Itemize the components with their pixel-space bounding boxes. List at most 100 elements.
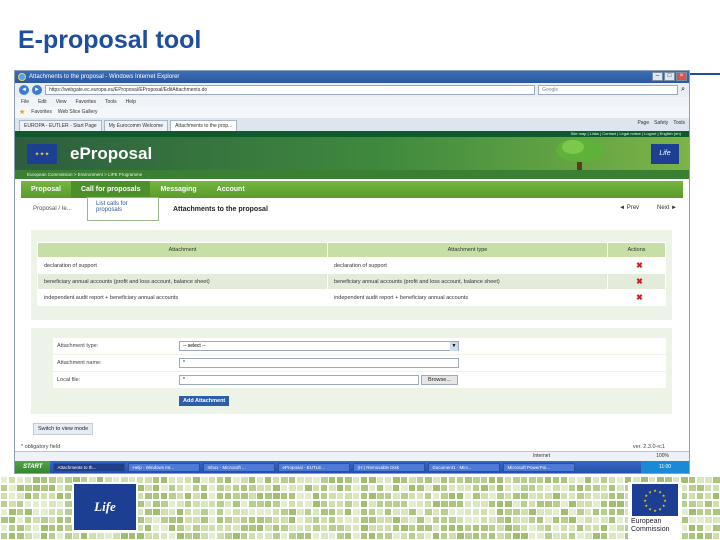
mosaic-tile bbox=[409, 477, 416, 483]
local-file-input[interactable]: * bbox=[179, 375, 419, 385]
menu-favorites[interactable]: Favorites bbox=[75, 97, 96, 107]
mosaic-tile bbox=[601, 509, 607, 515]
mosaic-tile bbox=[473, 493, 480, 499]
back-arrow-icon[interactable]: ◄ bbox=[19, 85, 29, 95]
mosaic-tile bbox=[361, 493, 367, 499]
menu-view[interactable]: View bbox=[56, 97, 67, 107]
mosaic-tile bbox=[465, 517, 472, 523]
mosaic-tile bbox=[561, 485, 568, 491]
mosaic-tile bbox=[177, 493, 183, 499]
mosaic-tile bbox=[441, 533, 447, 539]
mosaic-tile bbox=[553, 509, 559, 515]
mosaic-tile bbox=[17, 533, 24, 539]
mosaic-tile bbox=[513, 525, 520, 531]
taskbar-item[interactable]: Document1 - Micr... bbox=[428, 462, 501, 472]
mosaic-tile bbox=[177, 517, 183, 523]
safety-menu[interactable]: Safety bbox=[654, 120, 668, 126]
mosaic-tile bbox=[361, 477, 367, 483]
address-bar[interactable]: https://webgate.ec.europa.eu/EProposal/E… bbox=[45, 85, 536, 95]
menu-file[interactable]: File bbox=[21, 97, 29, 107]
mosaic-tile bbox=[497, 501, 503, 507]
mosaic-tile bbox=[273, 477, 279, 483]
taskbar-item[interactable]: Attachments to th... bbox=[53, 462, 126, 472]
mosaic-tile bbox=[9, 533, 15, 539]
taskbar-item[interactable]: Inbox - Microsoft ... bbox=[203, 462, 276, 472]
mosaic-tile bbox=[425, 485, 432, 491]
mosaic-tile bbox=[201, 533, 208, 539]
attachment-type-select[interactable]: -- select -- ▼ bbox=[179, 341, 459, 351]
mosaic-tile bbox=[529, 501, 535, 507]
taskbar-item[interactable]: Microsoft PowerPoi... bbox=[503, 462, 576, 472]
add-attachment-button[interactable]: Add Attachment bbox=[179, 396, 230, 406]
mosaic-tile bbox=[49, 533, 55, 539]
mosaic-tile bbox=[521, 517, 528, 523]
mosaic-tile bbox=[265, 501, 271, 507]
mosaic-tile bbox=[449, 509, 455, 515]
web-slice-link[interactable]: Web Slice Gallery bbox=[58, 107, 98, 118]
mosaic-tile bbox=[705, 517, 712, 523]
mosaic-tile bbox=[225, 517, 232, 523]
mosaic-tile bbox=[489, 485, 495, 491]
page-menu[interactable]: Page bbox=[637, 120, 649, 126]
proposal-crumb[interactable]: Proposal / Ie... bbox=[33, 206, 72, 212]
menu-help[interactable]: Help bbox=[126, 97, 136, 107]
switch-view-mode-button[interactable]: Switch to view mode bbox=[33, 423, 94, 435]
window-title: Attachments to the proposal - Windows In… bbox=[29, 74, 180, 80]
mosaic-tile bbox=[537, 501, 544, 507]
mosaic-tile bbox=[233, 525, 240, 531]
prev-button[interactable]: ◄ Prev bbox=[619, 205, 639, 211]
zoom-level[interactable]: 100% bbox=[656, 452, 669, 461]
tab-proposal[interactable]: Proposal bbox=[21, 181, 71, 198]
mosaic-tile bbox=[33, 525, 39, 531]
maximize-button[interactable]: □ bbox=[664, 72, 675, 81]
mosaic-tile bbox=[425, 501, 431, 507]
next-button[interactable]: Next ► bbox=[657, 205, 677, 211]
taskbar-item[interactable]: Help - Windows Int... bbox=[128, 462, 201, 472]
tab-account[interactable]: Account bbox=[207, 181, 255, 198]
minimize-button[interactable]: – bbox=[652, 72, 663, 81]
chevron-down-icon[interactable]: ▼ bbox=[450, 342, 458, 351]
tools-menu[interactable]: Tools bbox=[673, 120, 685, 126]
mosaic-tile bbox=[161, 533, 167, 539]
mosaic-tile bbox=[473, 485, 479, 491]
attachment-type-cell: independent audit report + beneficiary a… bbox=[327, 289, 608, 306]
menu-edit[interactable]: Edit bbox=[38, 97, 47, 107]
tab-messaging[interactable]: Messaging bbox=[150, 181, 206, 198]
tab-call-for-proposals[interactable]: Call for proposals bbox=[70, 181, 151, 198]
forward-arrow-icon[interactable]: ► bbox=[32, 85, 42, 95]
start-button[interactable]: START bbox=[15, 461, 51, 473]
delete-icon[interactable]: ✖ bbox=[614, 261, 665, 270]
search-input[interactable]: Google bbox=[538, 85, 679, 95]
mosaic-tile bbox=[177, 533, 184, 539]
command-bar: Page Safety Tools bbox=[637, 120, 685, 126]
browser-tab[interactable]: My Eurocomm Welcome bbox=[103, 120, 169, 131]
mosaic-tile bbox=[257, 533, 263, 539]
browser-tab[interactable]: EUROPA - EUTLER - Start Page bbox=[19, 120, 102, 131]
browser-tab-active[interactable]: Attachments to the prop... bbox=[170, 120, 238, 131]
mosaic-tile bbox=[73, 533, 79, 539]
delete-icon[interactable]: ✖ bbox=[614, 293, 665, 302]
mosaic-tile bbox=[329, 477, 335, 483]
close-button[interactable]: × bbox=[676, 72, 687, 81]
mosaic-tile bbox=[513, 485, 520, 491]
taskbar-item[interactable]: eProposal - EUTLE... bbox=[278, 462, 351, 472]
mosaic-tile bbox=[201, 509, 208, 515]
mosaic-tile bbox=[489, 533, 495, 539]
status-bar: Internet 100% bbox=[15, 451, 689, 461]
breadcrumb[interactable]: European Commission > Environment > LIFE… bbox=[15, 170, 689, 179]
mosaic-tile bbox=[305, 485, 312, 491]
mosaic-tile bbox=[585, 533, 592, 539]
search-icon[interactable]: ⌕ bbox=[681, 86, 685, 94]
favorites-button[interactable]: Favorites bbox=[31, 107, 52, 118]
mosaic-tile bbox=[337, 501, 343, 507]
mosaic-tile bbox=[521, 493, 528, 499]
browse-button[interactable]: Browse... bbox=[421, 375, 458, 385]
table-row: independent audit report + beneficiary a… bbox=[37, 289, 666, 306]
attachment-name-input[interactable]: * bbox=[179, 358, 459, 368]
ie-icon bbox=[18, 73, 26, 81]
mosaic-tile bbox=[697, 517, 704, 523]
menu-tools[interactable]: Tools bbox=[105, 97, 117, 107]
mosaic-tile bbox=[401, 517, 408, 523]
delete-icon[interactable]: ✖ bbox=[614, 277, 665, 286]
taskbar-item[interactable]: (H:) Removable Disk bbox=[353, 462, 426, 472]
